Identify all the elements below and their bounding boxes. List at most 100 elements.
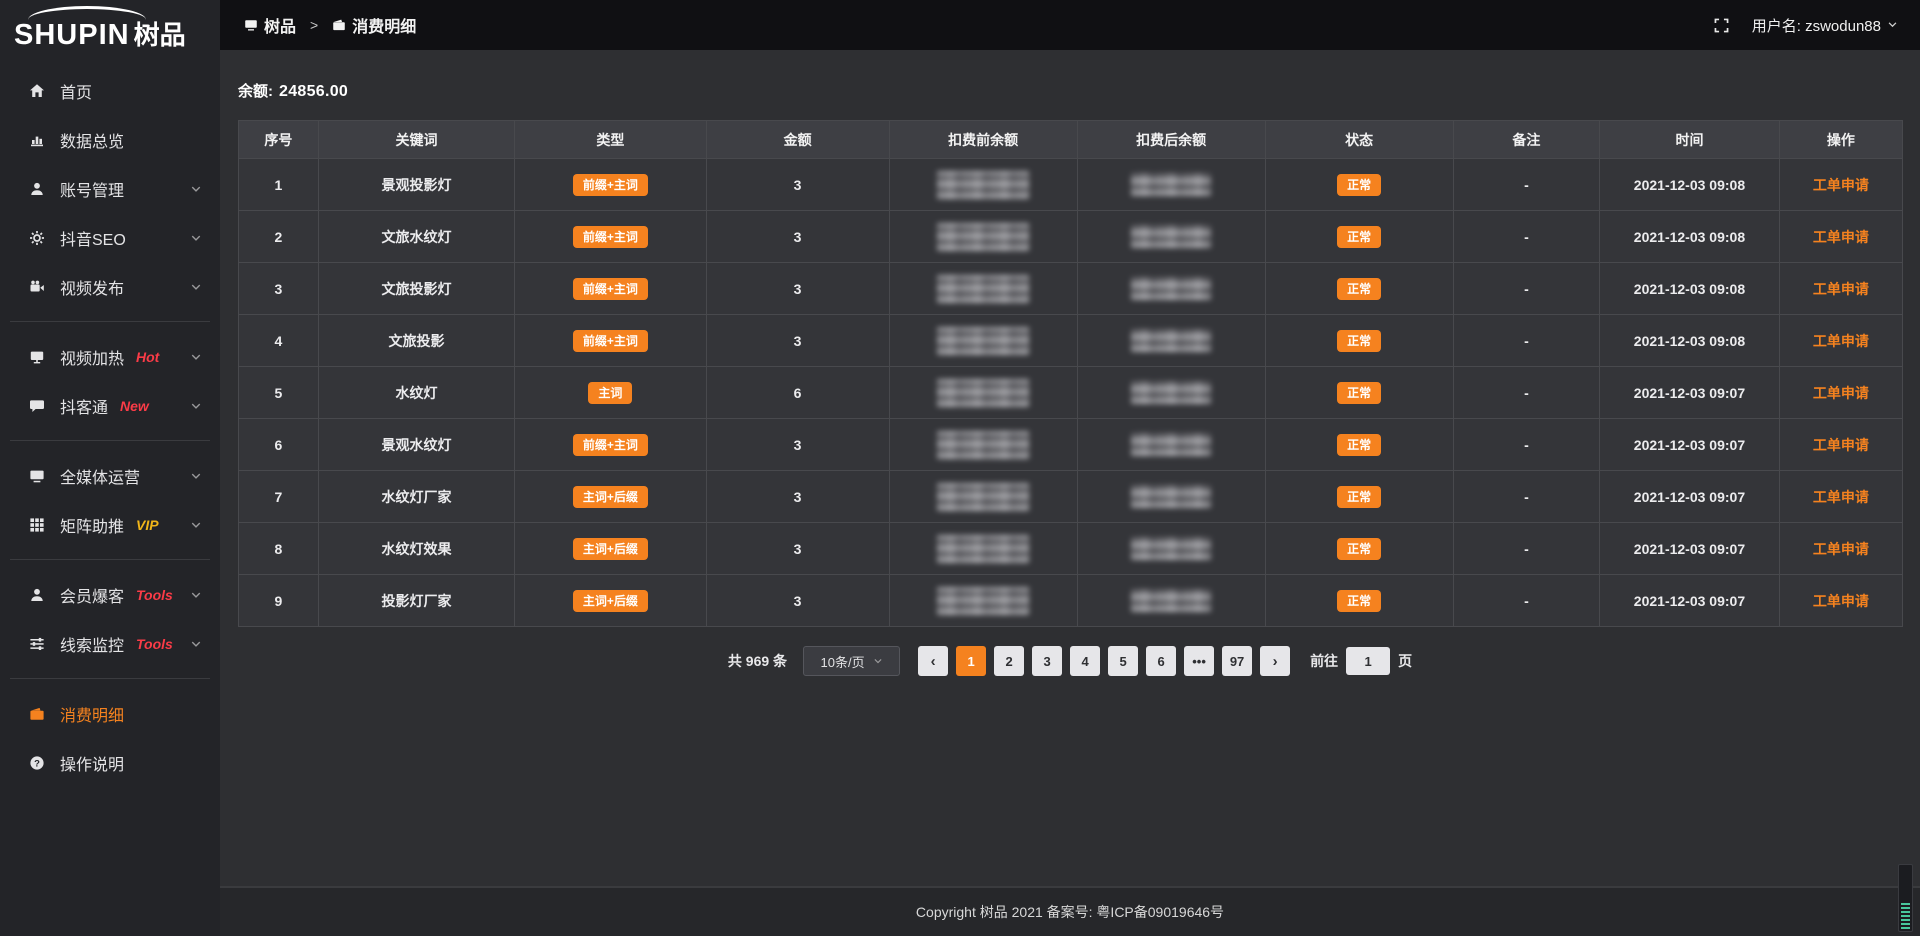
type-badge: 前缀+主词 <box>573 434 648 456</box>
page-button-5[interactable]: 5 <box>1108 646 1138 676</box>
work-order-link[interactable]: 工单申请 <box>1813 593 1869 609</box>
cell-index: 4 <box>239 315 319 367</box>
cell-amount: 3 <box>706 315 889 367</box>
page-button-4[interactable]: 4 <box>1070 646 1100 676</box>
column-header: 序号 <box>239 121 319 159</box>
cell-index: 7 <box>239 471 319 523</box>
breadcrumb-item-0[interactable]: 树品 <box>244 13 296 37</box>
page-ellipsis-button[interactable]: ••• <box>1184 646 1214 676</box>
page-button-2[interactable]: 2 <box>994 646 1024 676</box>
sidebar-item-9[interactable]: 全媒体运营 <box>0 451 220 500</box>
next-page-button[interactable]: › <box>1260 646 1290 676</box>
cell-amount: 3 <box>706 211 889 263</box>
sidebar-item-label: 抖客通 <box>60 394 108 418</box>
chevron-down-icon <box>190 519 202 531</box>
work-order-link[interactable]: 工单申请 <box>1813 177 1869 193</box>
breadcrumb-label: 消费明细 <box>352 13 416 37</box>
masked-balance-value <box>1131 537 1211 560</box>
sidebar-item-badge: Hot <box>136 349 159 365</box>
sidebar-item-0[interactable]: 首页 <box>0 66 220 115</box>
type-badge: 主词+后缀 <box>573 590 648 612</box>
sidebar-item-10[interactable]: 矩阵助推VIP <box>0 500 220 549</box>
sidebar-item-3[interactable]: 抖音SEO <box>0 213 220 262</box>
prev-page-button[interactable]: ‹ <box>918 646 948 676</box>
cell-remark: - <box>1453 211 1599 263</box>
type-badge: 前缀+主词 <box>573 278 648 300</box>
chevron-down-icon <box>190 638 202 650</box>
masked-balance-value <box>1131 329 1211 352</box>
cell-type: 前缀+主词 <box>515 315 706 367</box>
page-button-97[interactable]: 97 <box>1222 646 1252 676</box>
status-badge: 正常 <box>1337 226 1381 248</box>
member-icon <box>28 586 45 603</box>
table-row: 8水纹灯效果主词+后缀3正常-2021-12-03 09:07工单申请 <box>239 523 1903 575</box>
sidebar-item-13[interactable]: 线索监控Tools <box>0 619 220 668</box>
sidebar-item-1[interactable]: 数据总览 <box>0 115 220 164</box>
monitor-icon <box>244 18 258 32</box>
logo-text-cn: 树品 <box>134 20 186 50</box>
masked-balance-value <box>1131 225 1211 248</box>
sidebar-item-label: 会员爆客 <box>60 583 124 607</box>
page-size-value: 10条/页 <box>821 652 865 671</box>
sidebar-item-15[interactable]: 消费明细 <box>0 689 220 738</box>
scrollbar-thumb[interactable] <box>1901 903 1910 929</box>
work-order-link[interactable]: 工单申请 <box>1813 281 1869 297</box>
sidebar-item-2[interactable]: 账号管理 <box>0 164 220 213</box>
page-button-6[interactable]: 6 <box>1146 646 1176 676</box>
goto-page-input[interactable] <box>1346 647 1390 675</box>
screen-icon <box>28 348 45 365</box>
cell-index: 2 <box>239 211 319 263</box>
pagination-total: 共 969 条 <box>728 651 787 671</box>
chat-icon <box>28 397 45 414</box>
sidebar-item-7[interactable]: 抖客通New <box>0 381 220 430</box>
balance-value: 24856.00 <box>279 83 348 100</box>
fullscreen-icon[interactable] <box>1713 17 1730 34</box>
type-badge: 前缀+主词 <box>573 330 648 352</box>
scrollbar-widget[interactable] <box>1898 864 1913 932</box>
column-header: 操作 <box>1779 121 1902 159</box>
work-order-link[interactable]: 工单申请 <box>1813 333 1869 349</box>
breadcrumb-item-1[interactable]: 消费明细 <box>332 13 416 37</box>
cell-pre-balance <box>889 211 1077 263</box>
sidebar-item-label: 操作说明 <box>60 751 124 775</box>
work-order-link[interactable]: 工单申请 <box>1813 489 1869 505</box>
chevron-down-icon <box>190 281 202 293</box>
sidebar-item-badge: VIP <box>136 517 159 533</box>
status-badge: 正常 <box>1337 174 1381 196</box>
sidebar-item-4[interactable]: 视频发布 <box>0 262 220 311</box>
cell-status: 正常 <box>1265 523 1453 575</box>
cell-remark: - <box>1453 471 1599 523</box>
page-size-select[interactable]: 10条/页 <box>803 646 900 676</box>
page-button-1[interactable]: 1 <box>956 646 986 676</box>
column-header: 关键词 <box>318 121 514 159</box>
consumption-table: 序号关键词类型金额扣费前余额扣费后余额状态备注时间操作 1景观投影灯前缀+主词3… <box>238 120 1903 627</box>
work-order-link[interactable]: 工单申请 <box>1813 541 1869 557</box>
cell-pre-balance <box>889 367 1077 419</box>
username-dropdown[interactable]: 用户名: zswodun88 <box>1752 15 1898 36</box>
cell-keyword: 文旅投影灯 <box>318 263 514 315</box>
cell-status: 正常 <box>1265 419 1453 471</box>
work-order-link[interactable]: 工单申请 <box>1813 437 1869 453</box>
cell-keyword: 水纹灯效果 <box>318 523 514 575</box>
logo-arc-decoration <box>28 6 146 20</box>
cell-type: 前缀+主词 <box>515 159 706 211</box>
work-order-link[interactable]: 工单申请 <box>1813 385 1869 401</box>
sidebar-item-12[interactable]: 会员爆客Tools <box>0 570 220 619</box>
chevron-down-icon <box>190 351 202 363</box>
cell-pre-balance <box>889 315 1077 367</box>
page-button-3[interactable]: 3 <box>1032 646 1062 676</box>
cell-time: 2021-12-03 09:07 <box>1600 419 1780 471</box>
sidebar-item-16[interactable]: ?操作说明 <box>0 738 220 787</box>
cell-status: 正常 <box>1265 471 1453 523</box>
cell-post-balance <box>1077 575 1265 627</box>
cell-keyword: 文旅投影 <box>318 315 514 367</box>
chevron-down-icon <box>873 654 883 669</box>
masked-balance-value <box>937 431 1029 459</box>
cell-type: 主词+后缀 <box>515 471 706 523</box>
sidebar-item-6[interactable]: 视频加热Hot <box>0 332 220 381</box>
chevron-down-icon <box>190 589 202 601</box>
work-order-link[interactable]: 工单申请 <box>1813 229 1869 245</box>
cell-keyword: 文旅水纹灯 <box>318 211 514 263</box>
cell-pre-balance <box>889 523 1077 575</box>
home-icon <box>28 82 45 99</box>
